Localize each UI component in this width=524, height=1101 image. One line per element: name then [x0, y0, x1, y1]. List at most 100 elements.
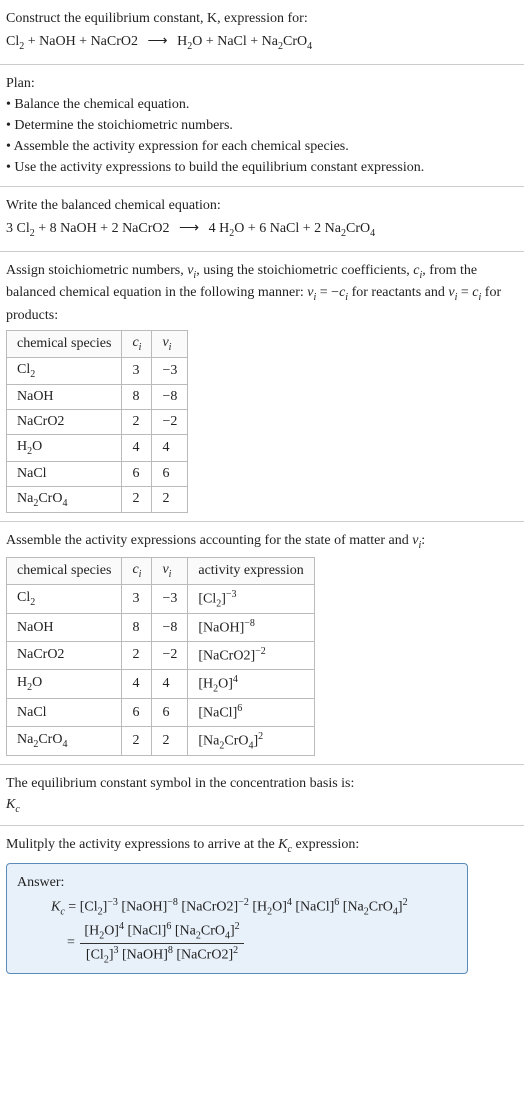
assemble-text-a: Assemble the activity expressions accoun… [6, 533, 412, 548]
species-cell: Cl2 [7, 357, 122, 384]
stoich-table: chemical species ci νi Cl2 3 −3 NaOH 8 −… [6, 330, 188, 513]
ae: [NaCrO2] [198, 649, 255, 664]
ci-cell: 2 [122, 409, 152, 434]
term-b: CrO [201, 924, 225, 939]
products-mid: O + NaCl + Na [192, 34, 278, 49]
activity-cell: [NaOH]−8 [188, 614, 314, 642]
sp: Na [17, 732, 33, 747]
sp-b: CrO [38, 491, 62, 506]
table-header-row: chemical species ci νi [7, 331, 188, 358]
product-h2o-h: H [174, 34, 188, 49]
ci-cell: 2 [122, 642, 152, 670]
species-cell: NaCrO2 [7, 642, 122, 670]
table-row: Na2CrO4 2 2 [Na2CrO4]2 [7, 726, 315, 755]
bal-rhs-mid: O + 6 NaCl + 2 Na [234, 221, 341, 236]
species-cell: Na2CrO4 [7, 486, 122, 513]
reactants-rest: + NaOH + NaCrO2 [24, 34, 141, 49]
sp-sub: 2 [30, 369, 35, 380]
sp-b: O [32, 439, 42, 454]
sp-sub: 2 [30, 597, 35, 608]
term-exp: −3 [107, 897, 118, 908]
sp-sub2: 4 [62, 497, 67, 508]
ae: [H [198, 676, 213, 691]
ae: [NaCl] [198, 706, 237, 721]
answer-label: Answer: [17, 872, 457, 893]
activity-cell: [Cl2]−3 [188, 584, 314, 613]
k-sub: c [15, 804, 19, 815]
sp-b: O [32, 675, 42, 690]
balanced-equation: 3 Cl2 + 8 NaOH + 2 NaCrO2 ⟶ 4 H2O + 6 Na… [6, 216, 518, 243]
term: [H [84, 924, 99, 939]
table-row: Cl2 3 −3 [7, 357, 188, 384]
eq-sign: = [67, 936, 78, 951]
unbalanced-equation: Cl2 + NaOH + NaCrO2 ⟶ H2O + NaCl + Na2Cr… [6, 29, 518, 56]
term: [NaCl] [124, 924, 166, 939]
eq1-mid: = − [316, 285, 339, 300]
assign-text-a: Assign stoichiometric numbers, [6, 263, 187, 278]
table-row: Na2CrO4 2 2 [7, 486, 188, 513]
ae-exp: −2 [255, 646, 266, 657]
table-header-row: chemical species ci νi activity expressi… [7, 558, 315, 585]
species-cell: NaCl [7, 699, 122, 727]
sp: Na [17, 491, 33, 506]
term-b: O] [104, 924, 119, 939]
nui-sub: i [169, 569, 172, 580]
col-activity: activity expression [188, 558, 314, 585]
term: [NaCrO2] [173, 947, 233, 962]
fraction: [H2O]4 [NaCl]6 [Na2CrO4]2 [Cl2]3 [NaOH]8… [78, 921, 245, 965]
table-row: NaOH 8 −8 [7, 384, 188, 409]
nui-cell: −3 [152, 584, 188, 613]
table-row: H2O 4 4 [7, 434, 188, 461]
plan-section: Plan: • Balance the chemical equation. •… [0, 65, 524, 187]
nui-cell: −2 [152, 642, 188, 670]
ae-exp: 4 [233, 674, 238, 685]
multiply-text-a: Mulitply the activity expressions to arr… [6, 837, 278, 852]
species-cell: H2O [7, 669, 122, 698]
k-letter: K [6, 797, 15, 812]
plan-step-2: • Determine the stoichiometric numbers. [6, 115, 518, 136]
ae: [Cl [198, 592, 216, 607]
eq-sign: = [65, 900, 80, 915]
product-cro-sub: 4 [307, 41, 312, 52]
nui-cell: −8 [152, 384, 188, 409]
table-row: NaCl 6 6 [NaCl]6 [7, 699, 315, 727]
ci-cell: 2 [122, 726, 152, 755]
term: [Cl [80, 900, 98, 915]
multiply-text: Mulitply the activity expressions to arr… [6, 834, 518, 857]
term: [Na [171, 924, 196, 939]
nui-cell: 6 [152, 461, 188, 486]
prompt-text: Construct the equilibrium constant, K, e… [6, 8, 518, 29]
ae: [Na [198, 734, 219, 749]
multiply-section: Mulitply the activity expressions to arr… [0, 826, 524, 992]
bal-cro: CrO [346, 221, 370, 236]
multiply-text-b: expression: [292, 837, 359, 852]
ae-exp: 6 [237, 703, 242, 714]
kc-expression-line2: = [H2O]4 [NaCl]6 [Na2CrO4]2 [Cl2]3 [NaOH… [17, 921, 457, 965]
ci-sub: i [139, 569, 142, 580]
ci-cell: 6 [122, 699, 152, 727]
table-row: NaCrO2 2 −2 [7, 409, 188, 434]
balanced-heading: Write the balanced chemical equation: [6, 195, 518, 216]
eq2-mid: = [457, 285, 472, 300]
sp: H [17, 439, 27, 454]
ci-cell: 8 [122, 384, 152, 409]
nui-sub: i [169, 342, 172, 353]
product-cro: CrO [283, 34, 307, 49]
assign-text-b: , using the stoichiometric coefficients, [196, 263, 413, 278]
table-row: NaCrO2 2 −2 [NaCrO2]−2 [7, 642, 315, 670]
arrow-icon: ⟶ [173, 221, 205, 236]
term: [Cl [86, 947, 104, 962]
nui-cell: −2 [152, 409, 188, 434]
assemble-text-b: : [421, 533, 425, 548]
term: [NaCrO2] [178, 900, 238, 915]
nui-cell: 2 [152, 486, 188, 513]
nui-cell: −3 [152, 357, 188, 384]
term: [NaCl] [292, 900, 334, 915]
nui-cell: 4 [152, 669, 188, 698]
ae: [NaOH] [198, 621, 244, 636]
balanced-section: Write the balanced chemical equation: 3 … [0, 187, 524, 252]
kc-expression-line1: Kc = [Cl2]−3 [NaOH]−8 [NaCrO2]−2 [H2O]4 … [17, 893, 457, 921]
term-exp: 2 [403, 897, 408, 908]
sp-sub2: 4 [62, 739, 67, 750]
species-cell: NaOH [7, 384, 122, 409]
